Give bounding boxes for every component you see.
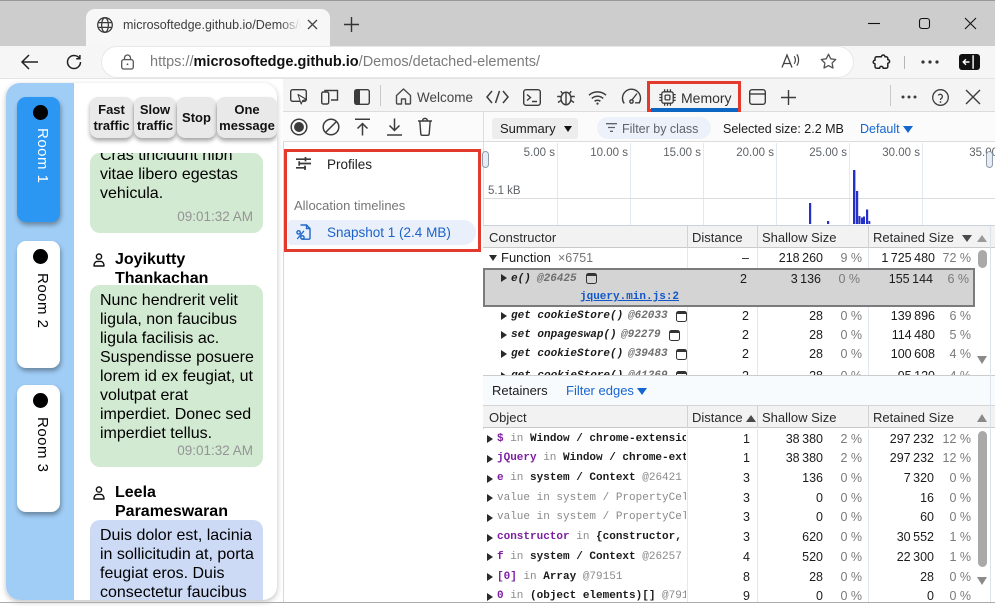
svg-text:20.00 s: 20.00 s <box>736 147 774 159</box>
svg-text:10.00 s: 10.00 s <box>590 147 628 159</box>
svg-text:5.00 s: 5.00 s <box>524 147 556 159</box>
svg-text:15.00 s: 15.00 s <box>663 147 701 159</box>
svg-text:5.1 kB: 5.1 kB <box>488 185 521 197</box>
svg-text:25.00 s: 25.00 s <box>809 147 847 159</box>
svg-text:30.00 s: 30.00 s <box>882 147 920 159</box>
